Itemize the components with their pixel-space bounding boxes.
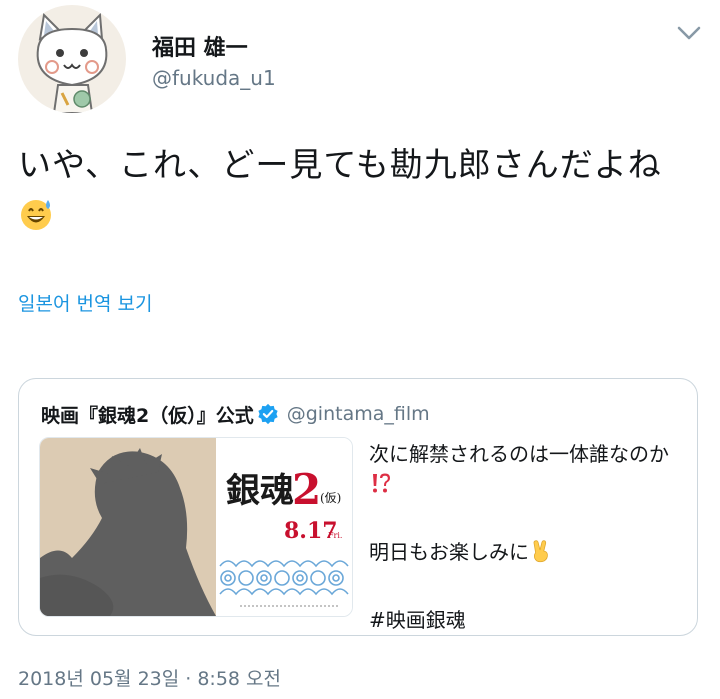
- tweet-timestamp[interactable]: 2018년 05월 23일 · 8:58 오전: [18, 664, 281, 691]
- chevron-down-icon[interactable]: [676, 24, 702, 42]
- translate-link[interactable]: 일본어 번역 보기: [18, 289, 152, 316]
- grinning-sweat-emoji-icon: [21, 200, 51, 230]
- author-handle[interactable]: @fukuda_u1: [152, 66, 276, 90]
- tweet-text-body: いや、これ、どー見ても勘九郎さんだよね: [18, 145, 662, 184]
- quoted-tweet-header: 映画『銀魂2（仮）』公式 @gintama_film: [41, 399, 430, 429]
- cat-doodle-icon: [36, 12, 108, 113]
- tweet-text: いや、これ、どー見ても勘九郎さんだよね: [18, 140, 708, 240]
- movie-teaser-poster: 銀魂 2 (仮) 8.17 Fri.: [40, 438, 352, 616]
- exclamation-question-icon: [373, 473, 390, 493]
- quoted-tweet-text: 次に解禁されるのは一体誰なのか 明日もお楽しみに #映画銀魂: [369, 439, 689, 635]
- author-name[interactable]: 福田 雄一: [152, 30, 248, 62]
- victory-hand-icon: [533, 540, 548, 563]
- quoted-line-2: 明日もお楽しみに: [369, 537, 689, 567]
- quoted-author-name: 映画『銀魂2（仮）』公式: [41, 404, 254, 427]
- quoted-author-handle: @gintama_film: [286, 403, 430, 425]
- quoted-media-image[interactable]: 銀魂 2 (仮) 8.17 Fri.: [39, 437, 353, 617]
- poster-title: 銀魂: [226, 471, 294, 511]
- poster-day: Fri.: [328, 531, 342, 540]
- quoted-tweet-card[interactable]: 映画『銀魂2（仮）』公式 @gintama_film 銀魂 2 (仮) 8.17…: [18, 378, 698, 636]
- quoted-line-1: 次に解禁されるのは一体誰なのか: [369, 439, 689, 499]
- poster-subtitle: (仮): [320, 491, 341, 505]
- poster-number: 2: [292, 465, 321, 514]
- quoted-hashtag[interactable]: #映画銀魂: [369, 605, 689, 635]
- verified-badge-icon: [258, 403, 278, 425]
- author-avatar[interactable]: [18, 5, 126, 113]
